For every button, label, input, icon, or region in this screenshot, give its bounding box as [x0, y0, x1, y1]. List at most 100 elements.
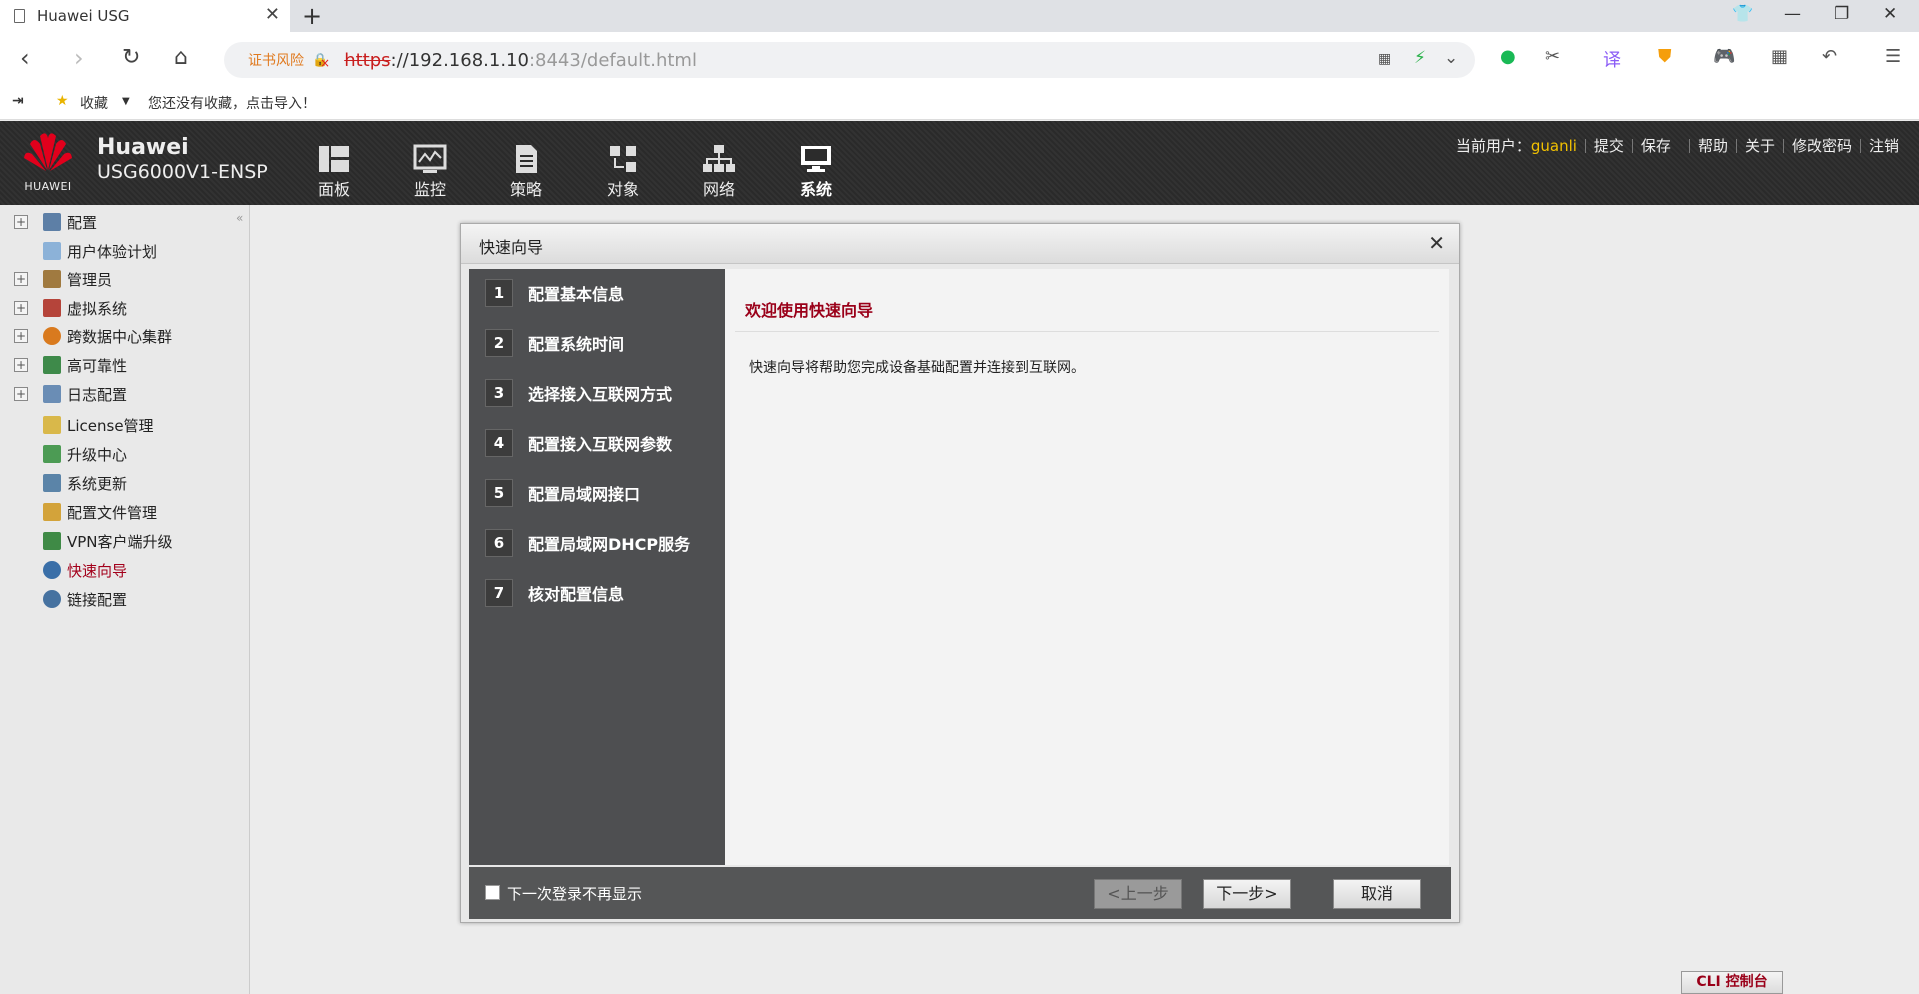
url-text[interactable]: https://192.168.1.10:8443/default.html	[344, 50, 697, 71]
nav-network[interactable]: 网络	[689, 144, 749, 200]
divider	[1735, 138, 1737, 153]
forward-icon[interactable]: ›	[74, 45, 84, 71]
sidebar-item-high-availability[interactable]: + 高可靠性	[0, 353, 127, 377]
expand-icon[interactable]: +	[14, 358, 28, 372]
dont-show-label[interactable]: 下一次登录不再显示	[507, 883, 642, 904]
sidebar-item-log-config[interactable]: + 日志配置	[0, 382, 127, 406]
huawei-logo-icon	[24, 133, 72, 171]
home-icon[interactable]: ⌂	[174, 45, 188, 71]
wizard-step: 4 配置接入互联网参数	[485, 428, 672, 458]
apps-grid-icon[interactable]: ▦	[1771, 46, 1788, 67]
sidebar-tree: « + 配置 用户体验计划 + 管理员 + 虚拟系统 + 跨数据中心集群 + 高可靠性 +…	[0, 205, 250, 994]
sidebar-item-label: 用户体验计划	[67, 242, 158, 261]
step-label: 选择接入互联网方式	[528, 385, 673, 404]
sidebar-item-quick-wizard[interactable]: 快速向导	[0, 558, 127, 582]
nav-object[interactable]: 对象	[593, 144, 653, 200]
dropdown-icon[interactable]: ⌄	[1444, 48, 1458, 68]
cert-warning[interactable]: 证书风险	[248, 50, 304, 70]
step-number: 2	[485, 329, 513, 357]
sidebar-item-admin[interactable]: + 管理员	[0, 267, 112, 291]
scissors-icon[interactable]: ✂	[1545, 46, 1560, 67]
expand-icon[interactable]: +	[14, 272, 28, 286]
prev-button[interactable]: <上一步	[1094, 879, 1182, 909]
sidebar-item-system-update[interactable]: 系统更新	[0, 471, 127, 495]
reload-icon[interactable]: ↻	[122, 45, 140, 71]
sidebar-item-label: 虚拟系统	[67, 299, 128, 318]
step-number: 3	[485, 379, 513, 407]
step-number: 1	[485, 279, 513, 307]
wizard-step: 2 配置系统时间	[485, 328, 624, 358]
skin-icon[interactable]: 👕	[1732, 4, 1753, 24]
sidebar-item-config-file[interactable]: 配置文件管理	[0, 500, 157, 524]
logout-link[interactable]: 注销	[1869, 135, 1899, 156]
cancel-button[interactable]: 取消	[1333, 879, 1421, 909]
quick-wizard-dialog: 快速向导 ✕ 1 配置基本信息 2 配置系统时间 3 选择接入互联网方式 4 配置接入互…	[460, 223, 1460, 923]
step-label: 配置系统时间	[528, 335, 625, 354]
submit-link[interactable]: 提交	[1594, 135, 1624, 156]
nav-monitor[interactable]: 监控	[400, 144, 460, 200]
nav-label: 网络	[702, 180, 735, 199]
step-number: 7	[485, 579, 513, 607]
expand-icon[interactable]: +	[14, 215, 28, 229]
gamepad-icon[interactable]: 🎮	[1713, 46, 1735, 67]
nav-dashboard[interactable]: 面板	[304, 144, 364, 200]
back-icon[interactable]: ‹	[20, 45, 30, 71]
next-button[interactable]: 下一步>	[1203, 879, 1291, 909]
about-link[interactable]: 关于	[1745, 135, 1775, 156]
minimize-icon[interactable]: —	[1784, 4, 1801, 24]
wizard-step: 5 配置局域网接口	[485, 478, 640, 508]
step-label: 配置局域网接口	[528, 485, 641, 504]
sidebar-toggle-icon[interactable]: ⇥	[12, 93, 24, 109]
expand-icon[interactable]: +	[14, 387, 28, 401]
browser-tab[interactable]: Huawei USG ✕	[0, 0, 290, 32]
save-link[interactable]: 保存	[1641, 135, 1671, 156]
sidebar-item-vpn-client[interactable]: VPN客户端升级	[0, 529, 173, 553]
undo-icon[interactable]: ↶	[1822, 46, 1837, 67]
sidebar-item-label: 链接配置	[67, 590, 128, 609]
bookmarks-menu[interactable]: 收藏	[80, 93, 108, 113]
window-close-icon[interactable]: ✕	[1883, 4, 1897, 24]
sidebar-item-link-config[interactable]: 链接配置	[0, 587, 127, 611]
wizard-step: 7 核对配置信息	[485, 578, 624, 608]
bookmarks-dropdown-icon[interactable]: ▼	[122, 96, 130, 107]
shield-extension-icon[interactable]: ⛊	[1658, 46, 1672, 67]
restore-icon[interactable]: ❐	[1834, 4, 1849, 24]
divider	[1631, 138, 1633, 153]
divider	[1584, 138, 1586, 153]
sidebar-item-cross-dc-cluster[interactable]: + 跨数据中心集群	[0, 324, 172, 348]
cli-console-button[interactable]: CLI 控制台	[1681, 971, 1783, 994]
chat-extension-icon[interactable]: ●	[1500, 46, 1516, 67]
menu-icon[interactable]: ☰	[1885, 46, 1901, 67]
new-tab-button[interactable]: +	[302, 2, 322, 30]
dialog-title-bar[interactable]: 快速向导 ✕	[461, 224, 1459, 264]
dont-show-checkbox[interactable]	[485, 885, 500, 900]
nav-system[interactable]: 系统	[786, 144, 846, 200]
sidebar-item-label: 跨数据中心集群	[67, 327, 173, 346]
expand-icon[interactable]: +	[14, 329, 28, 343]
tab-title: Huawei USG	[37, 7, 130, 25]
sidebar-item-virtual-system[interactable]: + 虚拟系统	[0, 296, 127, 320]
nav-label: 系统	[799, 180, 832, 199]
step-number: 6	[485, 529, 513, 557]
divider	[735, 331, 1439, 332]
sidebar-item-config[interactable]: + 配置	[0, 210, 97, 234]
sidebar-item-upgrade-center[interactable]: 升级中心	[0, 442, 127, 466]
expand-icon[interactable]: +	[14, 301, 28, 315]
lightning-icon[interactable]: ⚡	[1414, 48, 1426, 68]
brand-name: Huawei	[97, 135, 189, 160]
translate-icon[interactable]: 译	[1603, 46, 1621, 72]
nav-policy[interactable]: 策略	[496, 144, 556, 200]
collapse-sidebar-icon[interactable]: «	[236, 211, 243, 225]
dialog-close-icon[interactable]: ✕	[1428, 231, 1445, 255]
config-icon	[43, 213, 61, 231]
high-availability-icon	[43, 356, 61, 374]
qr-code-icon[interactable]: ▦	[1378, 51, 1391, 67]
sidebar-item-ux-program[interactable]: 用户体验计划	[0, 239, 157, 263]
divider	[1688, 138, 1690, 153]
change-password-link[interactable]: 修改密码	[1792, 135, 1852, 156]
bookmarks-hint[interactable]: 您还没有收藏，点击导入！	[148, 93, 316, 113]
help-link[interactable]: 帮助	[1698, 135, 1728, 156]
sidebar-item-license[interactable]: License管理	[0, 413, 154, 437]
address-bar[interactable]: 证书风险 🔒 https://192.168.1.10:8443/default…	[224, 42, 1475, 78]
tab-close-icon[interactable]: ✕	[265, 6, 280, 24]
